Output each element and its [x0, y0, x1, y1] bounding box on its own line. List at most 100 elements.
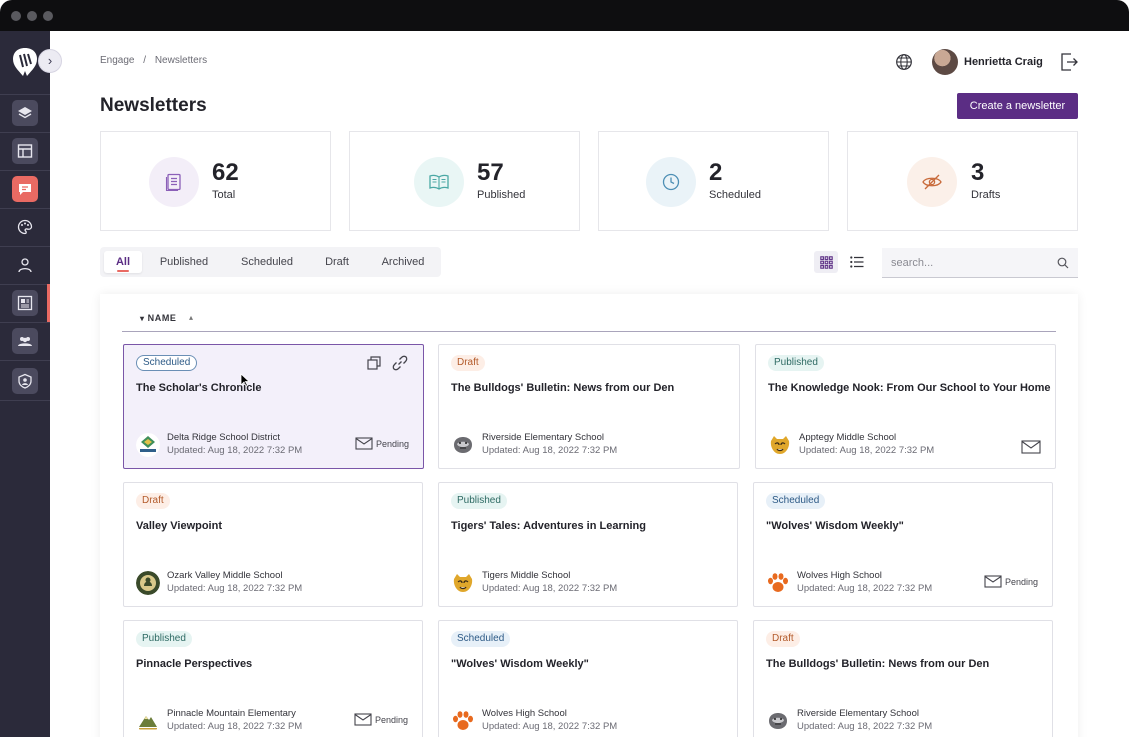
newsletter-title: The Scholar's Chronicle: [136, 382, 262, 394]
newsletter-card[interactable]: Scheduled "Wolves' Wisdom Weekly" Wolves…: [753, 482, 1053, 607]
palette-icon: [12, 214, 38, 240]
tab-active-indicator: [117, 270, 129, 272]
status-badge: Scheduled: [451, 631, 511, 647]
sidebar-item-layout[interactable]: [0, 132, 50, 170]
mail-icon[interactable]: [1021, 440, 1041, 454]
newsletter-title: The Bulldogs' Bulletin: News from our De…: [451, 382, 675, 394]
school-name: Riverside Elementary School: [797, 708, 919, 719]
user-name[interactable]: Henrietta Craig: [964, 56, 1043, 68]
stat-value: 62: [212, 159, 239, 186]
updated-date: Updated: Aug 18, 2022 7:32 PM: [482, 445, 618, 456]
newsletter-card[interactable]: Draft The Bulldogs' Bulletin: News from …: [438, 344, 740, 469]
paw-logo-icon: [768, 573, 788, 592]
mail-icon: [984, 575, 1002, 588]
newsletter-card[interactable]: Draft The Bulldogs' Bulletin: News from …: [753, 620, 1053, 737]
updated-date: Updated: Aug 18, 2022 7:32 PM: [167, 445, 303, 456]
newsletter-card[interactable]: Scheduled "Wolves' Wisdom Weekly" Wolves…: [438, 620, 738, 737]
sidebar-item-groups[interactable]: [0, 322, 50, 360]
stat-card-scheduled: 2 Scheduled: [598, 131, 829, 231]
stat-label: Total: [212, 189, 236, 201]
group-icon: [12, 328, 38, 354]
breadcrumb-link-engage[interactable]: Engage: [100, 55, 134, 66]
updated-date: Updated: Aug 18, 2022 7:32 PM: [482, 583, 618, 594]
newsletter-title: Pinnacle Perspectives: [136, 658, 253, 670]
stat-label: Scheduled: [709, 189, 761, 201]
newsletter-card[interactable]: Draft Valley Viewpoint Ozark Valley Midd…: [123, 482, 423, 607]
school-name: Wolves High School: [797, 570, 882, 581]
window-dot[interactable]: [11, 11, 21, 21]
school-name: Ozark Valley Middle School: [167, 570, 283, 581]
status-badge: Scheduled: [136, 355, 198, 371]
email-status-label: Pending: [374, 714, 408, 725]
status-badge: Draft: [766, 631, 800, 647]
sidebar-item-newsletters[interactable]: [0, 284, 50, 322]
school-name: Wolves High School: [482, 708, 567, 719]
book-icon: [414, 157, 464, 207]
breadcrumb: Engage / Newsletters: [100, 55, 213, 66]
expand-sidebar-button[interactable]: ›: [38, 49, 62, 73]
stat-value: 3: [971, 159, 985, 186]
mouse-cursor-icon: [240, 373, 250, 387]
newsletter-card[interactable]: Published The Knowledge Nook: From Our S…: [755, 344, 1056, 469]
list-view-button[interactable]: [846, 251, 868, 273]
sidebar: ›: [0, 31, 62, 737]
duplicate-icon[interactable]: [366, 355, 382, 371]
breadcrumb-current: Newsletters: [154, 55, 208, 66]
newsletter-title: The Knowledge Nook: From Our School to Y…: [768, 382, 1051, 394]
sort-header: ▾ NAME ▴: [122, 313, 1056, 332]
app-logo-icon[interactable]: [12, 47, 38, 77]
school-name: Apptegy Middle School: [799, 432, 897, 443]
sidebar-item-security[interactable]: [0, 362, 50, 400]
mountain-logo-icon: [136, 709, 160, 733]
tiger-logo-icon: [768, 433, 792, 457]
search-icon[interactable]: [1057, 257, 1069, 269]
avatar[interactable]: [932, 49, 958, 75]
status-badge: Draft: [451, 355, 485, 371]
window-titlebar: [0, 0, 1129, 31]
newsletter-card[interactable]: Scheduled The Scholar's Chronicle Delta …: [123, 344, 424, 469]
sidebar-item-users[interactable]: [0, 246, 50, 284]
logout-icon[interactable]: [1060, 52, 1078, 72]
link-icon[interactable]: [392, 355, 408, 371]
tab-archived[interactable]: Archived: [372, 251, 434, 273]
stat-value: 2: [709, 159, 723, 186]
chat-icon: [12, 176, 38, 202]
status-badge: Scheduled: [766, 493, 826, 509]
search-input[interactable]: [891, 255, 1051, 271]
tab-all[interactable]: All: [104, 251, 142, 273]
newsletter-card[interactable]: Published Pinnacle Perspectives Pinnacle…: [123, 620, 423, 737]
tab-scheduled[interactable]: Scheduled: [232, 251, 302, 273]
stat-card-published: 57 Published: [349, 131, 580, 231]
window-dot[interactable]: [43, 11, 53, 21]
status-badge: Published: [136, 631, 192, 647]
status-badge: Published: [451, 493, 507, 509]
status-tabs: All Published Scheduled Draft Archived: [100, 247, 441, 277]
sidebar-item-theme[interactable]: [0, 208, 50, 246]
email-status: Pending: [984, 575, 1038, 588]
newspaper-icon: [12, 290, 38, 316]
newsletter-card[interactable]: Published Tigers' Tales: Adventures in L…: [438, 482, 738, 607]
create-newsletter-button[interactable]: Create a newsletter: [957, 93, 1078, 119]
tab-published[interactable]: Published: [152, 251, 216, 273]
tab-draft[interactable]: Draft: [316, 251, 358, 273]
sidebar-divider: [0, 400, 50, 401]
updated-date: Updated: Aug 18, 2022 7:32 PM: [482, 721, 618, 732]
window-dot[interactable]: [27, 11, 37, 21]
sort-asc-icon[interactable]: ▴: [189, 313, 193, 322]
sidebar-item-messages[interactable]: [0, 170, 50, 208]
search-box: [882, 248, 1078, 278]
layers-icon: [12, 100, 38, 126]
status-badge: Draft: [136, 493, 170, 509]
email-status-label: Pending: [1004, 576, 1038, 587]
bulldog-logo-icon: [451, 433, 475, 457]
globe-icon[interactable]: [895, 53, 913, 71]
grid-view-button[interactable]: [814, 251, 838, 273]
updated-date: Updated: Aug 18, 2022 7:32 PM: [797, 583, 933, 594]
school-name: Delta Ridge School District: [167, 432, 280, 443]
sort-by-name[interactable]: ▾ NAME: [140, 313, 177, 323]
grid-icon: [819, 255, 833, 269]
user-icon: [12, 252, 38, 278]
sidebar-item-layers[interactable]: [0, 94, 50, 132]
newsletter-title: "Wolves' Wisdom Weekly": [766, 520, 904, 532]
bulldog-logo-icon: [766, 709, 790, 733]
